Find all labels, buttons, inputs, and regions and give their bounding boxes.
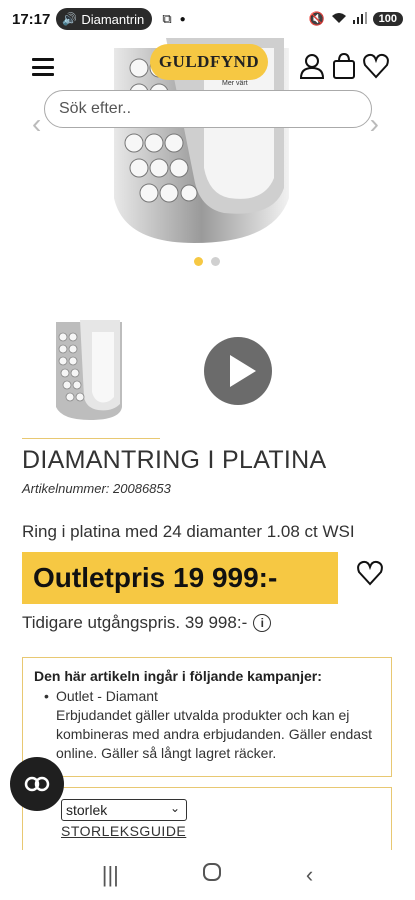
media-label: Diamantrin bbox=[81, 11, 145, 27]
play-video-icon[interactable] bbox=[204, 337, 272, 405]
recent-apps-icon[interactable]: ||| bbox=[102, 862, 119, 888]
campaign-box: Den här artikeln ingår i följande kampan… bbox=[22, 657, 392, 777]
size-guide-link[interactable]: STORLEKSGUIDE bbox=[61, 823, 186, 839]
favorite-icon[interactable] bbox=[356, 560, 384, 586]
status-time: 17:17 bbox=[12, 10, 51, 28]
info-icon[interactable]: i bbox=[253, 614, 272, 632]
article-number: Artikelnummer: 20086853 bbox=[22, 481, 171, 496]
chat-icon bbox=[24, 776, 50, 792]
carousel-dot-1[interactable] bbox=[194, 257, 203, 266]
status-bar: 17:17 🔊 Diamantrin ⧉ ● 🔇 100 bbox=[0, 0, 415, 38]
campaign-heading: Den här artikeln ingår i följande kampan… bbox=[34, 668, 322, 684]
wishlist-icon[interactable] bbox=[362, 52, 390, 80]
divider bbox=[22, 438, 160, 439]
battery-indicator: 100 bbox=[372, 12, 403, 26]
campaign-item: Outlet - Diamant bbox=[34, 687, 380, 706]
account-icon[interactable] bbox=[298, 52, 326, 80]
signal-icon bbox=[352, 11, 367, 27]
mute-icon: 🔇 bbox=[308, 11, 325, 26]
outlet-price: Outletpris 19 999:- bbox=[22, 552, 338, 604]
logo-tagline: Mer värt bbox=[222, 80, 248, 87]
size-select-value: storlek bbox=[66, 802, 108, 818]
previous-price-text: Tidigare utgångspris. 39 998:- bbox=[22, 613, 248, 632]
home-icon[interactable] bbox=[202, 862, 222, 888]
media-pill[interactable]: 🔊 Diamantrin bbox=[56, 8, 153, 30]
search-placeholder: Sök efter.. bbox=[59, 100, 132, 117]
carousel-dot-2[interactable] bbox=[211, 257, 220, 266]
back-icon[interactable]: ‹ bbox=[306, 862, 313, 888]
outlet-price-text: Outletpris 19 999:- bbox=[33, 562, 278, 593]
cart-icon[interactable] bbox=[330, 52, 358, 80]
search-input[interactable]: Sök efter.. bbox=[44, 90, 372, 128]
campaign-text: Erbjudandet gäller utvalda produkter och… bbox=[56, 707, 372, 761]
size-select[interactable]: storlek ⌄ bbox=[61, 799, 187, 821]
menu-icon[interactable] bbox=[32, 58, 54, 76]
thumbnail-image[interactable] bbox=[50, 312, 126, 422]
product-description: Ring i platina med 24 diamanter 1.08 ct … bbox=[22, 522, 355, 541]
site-header: GULDFYND Mer värt Sök efter.. bbox=[0, 38, 415, 128]
size-section: storlek ⌄ STORLEKSGUIDE bbox=[22, 787, 392, 857]
status-right: 🔇 100 bbox=[308, 11, 403, 27]
site-logo[interactable]: GULDFYND bbox=[150, 44, 268, 80]
chevron-down-icon: ⌄ bbox=[169, 801, 180, 815]
wifi-icon bbox=[331, 12, 347, 27]
screenshot-icon: ⧉ bbox=[162, 11, 172, 26]
chat-button[interactable] bbox=[10, 757, 64, 811]
notification-dot-icon: ● bbox=[179, 13, 186, 25]
product-title: DIAMANTRING I PLATINA bbox=[22, 446, 327, 474]
system-nav-bar: ||| ‹ bbox=[0, 850, 415, 900]
speaker-icon: 🔊 bbox=[62, 12, 78, 26]
previous-price: Tidigare utgångspris. 39 998:- i bbox=[22, 613, 272, 633]
carousel-dots bbox=[194, 257, 220, 266]
